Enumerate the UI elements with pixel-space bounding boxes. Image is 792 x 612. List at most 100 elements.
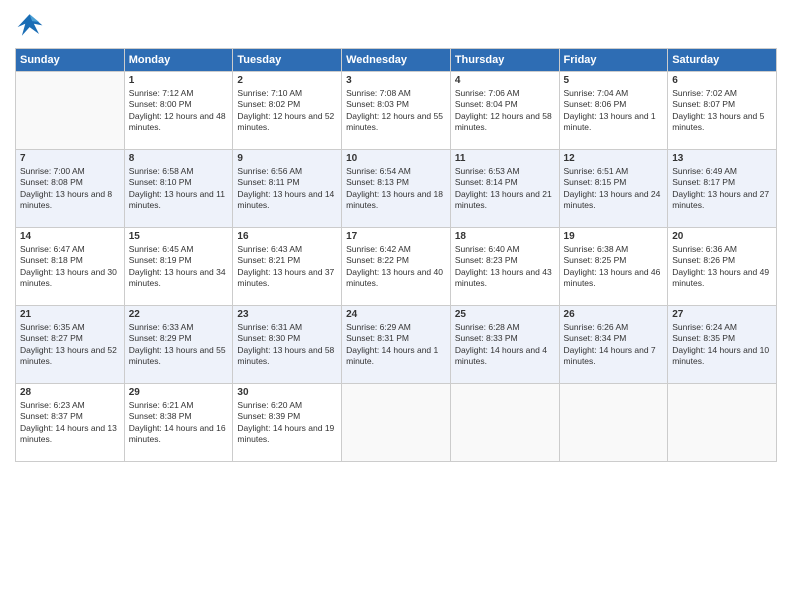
day-info: Sunrise: 6:29 AM Sunset: 8:31 PM Dayligh… (346, 322, 446, 368)
weekday-header: Tuesday (233, 49, 342, 72)
calendar-cell: 23Sunrise: 6:31 AM Sunset: 8:30 PM Dayli… (233, 306, 342, 384)
weekday-header: Saturday (668, 49, 777, 72)
calendar-cell: 11 Sunrise: 6:53 AM Sunset: 8:14 PM Dayli… (450, 150, 559, 228)
calendar-cell: 21 Sunrise: 6:35 AM Sunset: 8:27 PM Dayli… (16, 306, 125, 384)
day-number: 15 (129, 231, 229, 242)
day-info: Sunrise: 6:38 AM Sunset: 8:25 PM Dayligh… (564, 244, 664, 290)
day-number: 16 (237, 231, 337, 242)
day-info: Sunrise: 6:58 AM Sunset: 8:10 PM Dayligh… (129, 166, 229, 212)
calendar-cell: 12Sunrise: 6:51 AM Sunset: 8:15 PM Dayli… (559, 150, 668, 228)
day-info: Sunrise: 7:06 AM Sunset: 8:04 PM Dayligh… (455, 88, 555, 134)
calendar-cell: 7 Sunrise: 7:00 AM Sunset: 8:08 PM Daylig… (16, 150, 125, 228)
calendar-cell: 5Sunrise: 7:04 AM Sunset: 8:06 PM Daylig… (559, 72, 668, 150)
calendar-cell: 24 Sunrise: 6:29 AM Sunset: 8:31 PM Dayli… (342, 306, 451, 384)
day-number: 29 (129, 387, 229, 398)
day-info: Sunrise: 6:54 AM Sunset: 8:13 PM Dayligh… (346, 166, 446, 212)
day-number: 20 (672, 231, 772, 242)
day-number: 1 (129, 75, 229, 86)
day-info: Sunrise: 6:53 AM Sunset: 8:14 PM Dayligh… (455, 166, 555, 212)
day-info: Sunrise: 6:51 AM Sunset: 8:15 PM Dayligh… (564, 166, 664, 212)
calendar-cell: 19 Sunrise: 6:38 AM Sunset: 8:25 PM Dayli… (559, 228, 668, 306)
day-info: Sunrise: 6:20 AM Sunset: 8:39 PM Dayligh… (237, 400, 337, 446)
calendar-cell: 14 Sunrise: 6:47 AM Sunset: 8:18 PM Dayli… (16, 228, 125, 306)
day-number: 21 (20, 309, 120, 320)
calendar-cell: 15Sunrise: 6:45 AM Sunset: 8:19 PM Dayli… (124, 228, 233, 306)
day-info: Sunrise: 6:24 AM Sunset: 8:35 PM Dayligh… (672, 322, 772, 368)
day-info: Sunrise: 6:42 AM Sunset: 8:22 PM Dayligh… (346, 244, 446, 290)
day-info: Sunrise: 6:35 AM Sunset: 8:27 PM Dayligh… (20, 322, 120, 368)
calendar-cell: 1 Sunrise: 7:12 AM Sunset: 8:00 PM Daylig… (124, 72, 233, 150)
day-info: Sunrise: 7:12 AM Sunset: 8:00 PM Dayligh… (129, 88, 229, 134)
logo (15, 10, 47, 40)
day-info: Sunrise: 6:33 AM Sunset: 8:29 PM Dayligh… (129, 322, 229, 368)
day-number: 17 (346, 231, 446, 242)
calendar-week-row: 14 Sunrise: 6:47 AM Sunset: 8:18 PM Dayli… (16, 228, 777, 306)
day-number: 25 (455, 309, 555, 320)
day-info: Sunrise: 6:56 AM Sunset: 8:11 PM Dayligh… (237, 166, 337, 212)
day-info: Sunrise: 6:23 AM Sunset: 8:37 PM Dayligh… (20, 400, 120, 446)
day-number: 30 (237, 387, 337, 398)
day-info: Sunrise: 6:21 AM Sunset: 8:38 PM Dayligh… (129, 400, 229, 446)
day-number: 19 (564, 231, 664, 242)
day-number: 7 (20, 153, 120, 164)
calendar-cell (668, 384, 777, 462)
calendar-cell: 28 Sunrise: 6:23 AM Sunset: 8:37 PM Dayli… (16, 384, 125, 462)
day-number: 11 (455, 153, 555, 164)
logo-bird-icon (15, 10, 45, 40)
calendar-cell: 10 Sunrise: 6:54 AM Sunset: 8:13 PM Dayli… (342, 150, 451, 228)
calendar-week-row: 21 Sunrise: 6:35 AM Sunset: 8:27 PM Dayli… (16, 306, 777, 384)
weekday-header-row: SundayMondayTuesdayWednesdayThursdayFrid… (16, 49, 777, 72)
day-number: 13 (672, 153, 772, 164)
day-number: 27 (672, 309, 772, 320)
day-info: Sunrise: 6:40 AM Sunset: 8:23 PM Dayligh… (455, 244, 555, 290)
calendar-cell (450, 384, 559, 462)
day-number: 6 (672, 75, 772, 86)
calendar-week-row: 7 Sunrise: 7:00 AM Sunset: 8:08 PM Daylig… (16, 150, 777, 228)
day-info: Sunrise: 7:00 AM Sunset: 8:08 PM Dayligh… (20, 166, 120, 212)
calendar-cell: 20 Sunrise: 6:36 AM Sunset: 8:26 PM Dayli… (668, 228, 777, 306)
header (15, 10, 777, 40)
calendar-cell: 2Sunrise: 7:10 AM Sunset: 8:02 PM Daylig… (233, 72, 342, 150)
weekday-header: Wednesday (342, 49, 451, 72)
calendar-week-row: 1 Sunrise: 7:12 AM Sunset: 8:00 PM Daylig… (16, 72, 777, 150)
day-number: 28 (20, 387, 120, 398)
day-number: 14 (20, 231, 120, 242)
weekday-header: Friday (559, 49, 668, 72)
day-info: Sunrise: 6:28 AM Sunset: 8:33 PM Dayligh… (455, 322, 555, 368)
calendar-cell (559, 384, 668, 462)
page: SundayMondayTuesdayWednesdayThursdayFrid… (0, 0, 792, 612)
calendar-cell: 8 Sunrise: 6:58 AM Sunset: 8:10 PM Daylig… (124, 150, 233, 228)
day-info: Sunrise: 7:02 AM Sunset: 8:07 PM Dayligh… (672, 88, 772, 134)
calendar-cell: 6 Sunrise: 7:02 AM Sunset: 8:07 PM Daylig… (668, 72, 777, 150)
weekday-header: Thursday (450, 49, 559, 72)
day-info: Sunrise: 7:04 AM Sunset: 8:06 PM Dayligh… (564, 88, 664, 134)
calendar-cell: 3 Sunrise: 7:08 AM Sunset: 8:03 PM Daylig… (342, 72, 451, 150)
day-number: 24 (346, 309, 446, 320)
calendar-cell: 9 Sunrise: 6:56 AM Sunset: 8:11 PM Daylig… (233, 150, 342, 228)
day-info: Sunrise: 6:26 AM Sunset: 8:34 PM Dayligh… (564, 322, 664, 368)
calendar-cell: 4 Sunrise: 7:06 AM Sunset: 8:04 PM Daylig… (450, 72, 559, 150)
day-number: 3 (346, 75, 446, 86)
calendar-cell: 29 Sunrise: 6:21 AM Sunset: 8:38 PM Dayli… (124, 384, 233, 462)
day-info: Sunrise: 6:36 AM Sunset: 8:26 PM Dayligh… (672, 244, 772, 290)
day-info: Sunrise: 7:08 AM Sunset: 8:03 PM Dayligh… (346, 88, 446, 134)
day-number: 4 (455, 75, 555, 86)
calendar-cell: 30 Sunrise: 6:20 AM Sunset: 8:39 PM Dayli… (233, 384, 342, 462)
calendar-cell: 25 Sunrise: 6:28 AM Sunset: 8:33 PM Dayli… (450, 306, 559, 384)
day-number: 22 (129, 309, 229, 320)
day-info: Sunrise: 7:10 AM Sunset: 8:02 PM Dayligh… (237, 88, 337, 134)
day-info: Sunrise: 6:49 AM Sunset: 8:17 PM Dayligh… (672, 166, 772, 212)
calendar-cell (16, 72, 125, 150)
calendar-week-row: 28 Sunrise: 6:23 AM Sunset: 8:37 PM Dayli… (16, 384, 777, 462)
weekday-header: Sunday (16, 49, 125, 72)
calendar-cell: 22 Sunrise: 6:33 AM Sunset: 8:29 PM Dayli… (124, 306, 233, 384)
weekday-header: Monday (124, 49, 233, 72)
day-info: Sunrise: 6:47 AM Sunset: 8:18 PM Dayligh… (20, 244, 120, 290)
day-number: 26 (564, 309, 664, 320)
calendar-cell: 13 Sunrise: 6:49 AM Sunset: 8:17 PM Dayli… (668, 150, 777, 228)
day-number: 8 (129, 153, 229, 164)
day-number: 10 (346, 153, 446, 164)
day-number: 9 (237, 153, 337, 164)
calendar-cell (342, 384, 451, 462)
calendar-cell: 18Sunrise: 6:40 AM Sunset: 8:23 PM Dayli… (450, 228, 559, 306)
